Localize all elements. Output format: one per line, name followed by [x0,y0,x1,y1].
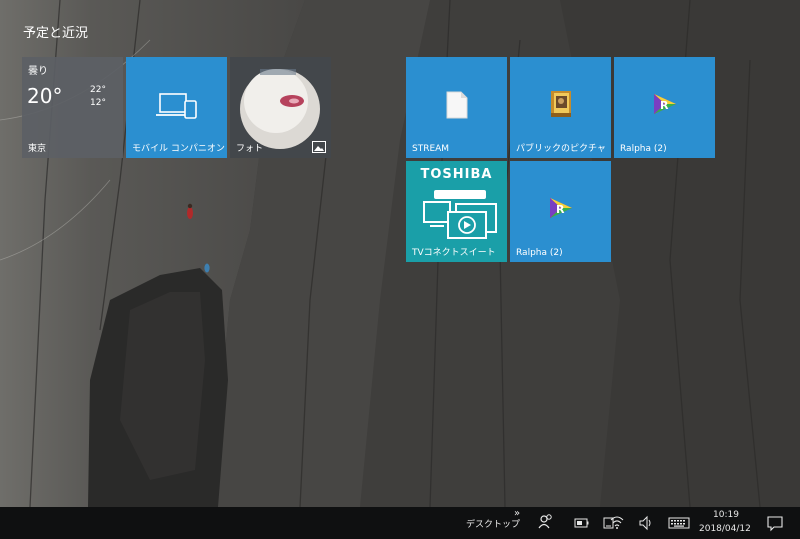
toshiba-brand: TOSHIBA [420,167,493,182]
keyboard-icon[interactable] [668,507,690,539]
ralpha-icon: R [654,94,676,114]
tv-connect-icon [423,190,497,239]
weather-condition: 曇り [28,66,48,77]
climber-figure-2 [204,263,210,273]
folder-pictures-icon [551,91,571,117]
weather-high: 22° [90,85,106,95]
public-pictures-label: パブリックのピクチャ [516,144,606,154]
volume-icon[interactable] [638,507,654,539]
people-icon[interactable] [536,507,556,539]
laptop-phone-icon [156,93,197,119]
ralpha-label-1: Ralpha (2) [620,144,667,154]
photos-icon [312,141,326,153]
weather-tile[interactable]: 曇り 20° 22° 12° 東京 [22,57,123,158]
photos-tile[interactable]: フォト [230,57,331,158]
document-icon [446,91,468,119]
tv-connect-label: TVコネクトスイート [412,248,496,258]
ralpha-tile-2[interactable]: R Ralpha (2) [510,161,611,262]
taskbar: デスクトップ » 10:19 2018/04/12 [0,507,800,539]
weather-low: 12° [90,98,106,108]
svg-text:R: R [556,203,565,216]
mobile-companion-label: モバイル コンパニオン [132,144,225,154]
action-center-icon[interactable] [766,507,784,539]
tile-group-title: 予定と近況 [23,26,89,41]
clock-time[interactable]: 10:19 [713,510,739,520]
tv-connect-suite-tile[interactable]: TOSHIBA TVコネクトスイート [406,161,507,262]
ralpha-icon: R [550,198,572,218]
svg-text:R: R [660,99,669,112]
stream-label: STREAM [412,144,450,154]
desktop-toolbar-label[interactable]: デスクトップ [466,517,520,530]
battery-icon[interactable] [574,507,590,539]
weather-city: 東京 [28,144,47,154]
weather-temperature: 20° [27,84,63,108]
toolbar-chevron-icon[interactable]: » [514,508,520,519]
ralpha-tile-1[interactable]: R Ralpha (2) [614,57,715,158]
clock-date[interactable]: 2018/04/12 [699,524,751,534]
mobile-companion-tile[interactable]: モバイル コンパニオン [126,57,227,158]
stream-tile[interactable]: STREAM [406,57,507,158]
wifi-icon[interactable] [610,507,624,539]
climber-figure-1 [187,203,193,219]
public-pictures-tile[interactable]: パブリックのピクチャ [510,57,611,158]
ralpha-label-2: Ralpha (2) [516,248,563,258]
photos-label: フォト [236,144,264,154]
